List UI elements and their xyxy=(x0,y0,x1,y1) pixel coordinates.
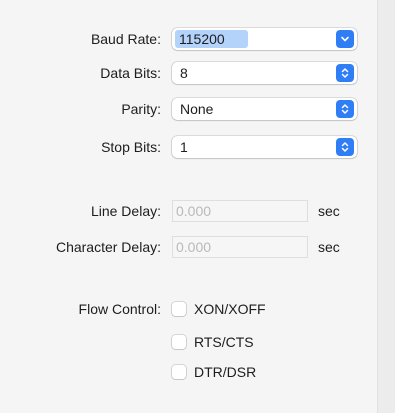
line-delay-label: Line Delay: xyxy=(90,203,161,219)
up-down-chevron-icon xyxy=(336,64,354,82)
xon-xoff-checkbox[interactable] xyxy=(172,302,186,316)
dtr-dsr-label: DTR/DSR xyxy=(194,364,257,380)
parity-label: Parity: xyxy=(121,101,161,117)
dtr-dsr-checkbox[interactable] xyxy=(172,365,186,379)
baud-rate-label: Baud Rate: xyxy=(90,31,161,47)
data-bits-value: 8 xyxy=(180,65,188,81)
line-delay-row: Line Delay: xyxy=(0,199,161,223)
stop-bits-label: Stop Bits: xyxy=(101,139,161,155)
data-bits-label: Data Bits: xyxy=(100,65,161,81)
character-delay-label: Character Delay: xyxy=(55,239,161,255)
stop-bits-popup[interactable]: 1 xyxy=(172,136,357,158)
line-delay-unit: sec xyxy=(318,203,340,219)
character-delay-input[interactable]: 0.000 xyxy=(172,236,308,258)
baud-rate-popup[interactable]: 115200 xyxy=(172,28,357,50)
flow-control-label: Flow Control: xyxy=(78,301,161,317)
parity-value: None xyxy=(180,101,214,117)
dtr-dsr-checkbox-row[interactable]: DTR/DSR xyxy=(172,362,256,382)
baud-rate-value: 115200 xyxy=(175,30,248,48)
data-bits-row: Data Bits: xyxy=(0,61,161,85)
flow-control-row: Flow Control: xyxy=(0,297,161,321)
rts-cts-checkbox[interactable] xyxy=(172,335,186,349)
stop-bits-value: 1 xyxy=(180,139,188,155)
baud-rate-row: Baud Rate: xyxy=(0,27,161,51)
up-down-chevron-icon xyxy=(336,100,354,118)
character-delay-unit: sec xyxy=(318,239,340,255)
serial-settings-panel: Baud Rate: 115200 Data Bits: 8 Parity: N… xyxy=(0,0,378,413)
character-delay-row: Character Delay: xyxy=(0,235,161,259)
xon-xoff-label: XON/XOFF xyxy=(194,301,266,317)
parity-popup[interactable]: None xyxy=(172,98,357,120)
rts-cts-checkbox-row[interactable]: RTS/CTS xyxy=(172,332,254,352)
data-bits-popup[interactable]: 8 xyxy=(172,62,357,84)
chevron-down-icon xyxy=(336,30,354,48)
rts-cts-label: RTS/CTS xyxy=(194,334,254,350)
line-delay-input[interactable]: 0.000 xyxy=(172,200,308,222)
up-down-chevron-icon xyxy=(336,138,354,156)
xon-xoff-checkbox-row[interactable]: XON/XOFF xyxy=(172,299,266,319)
parity-row: Parity: xyxy=(0,97,161,121)
stop-bits-row: Stop Bits: xyxy=(0,135,161,159)
